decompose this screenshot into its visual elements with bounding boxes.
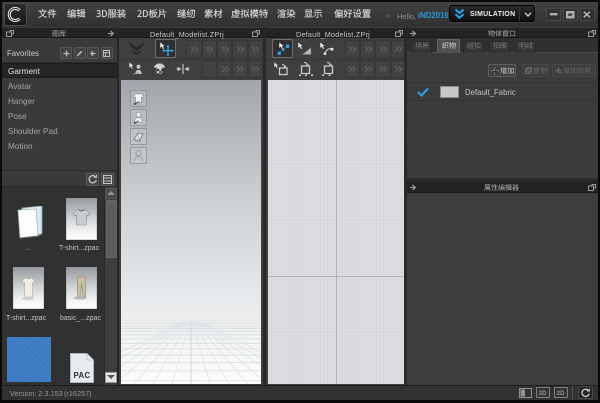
svg-text:PAC: PAC bbox=[74, 371, 91, 380]
